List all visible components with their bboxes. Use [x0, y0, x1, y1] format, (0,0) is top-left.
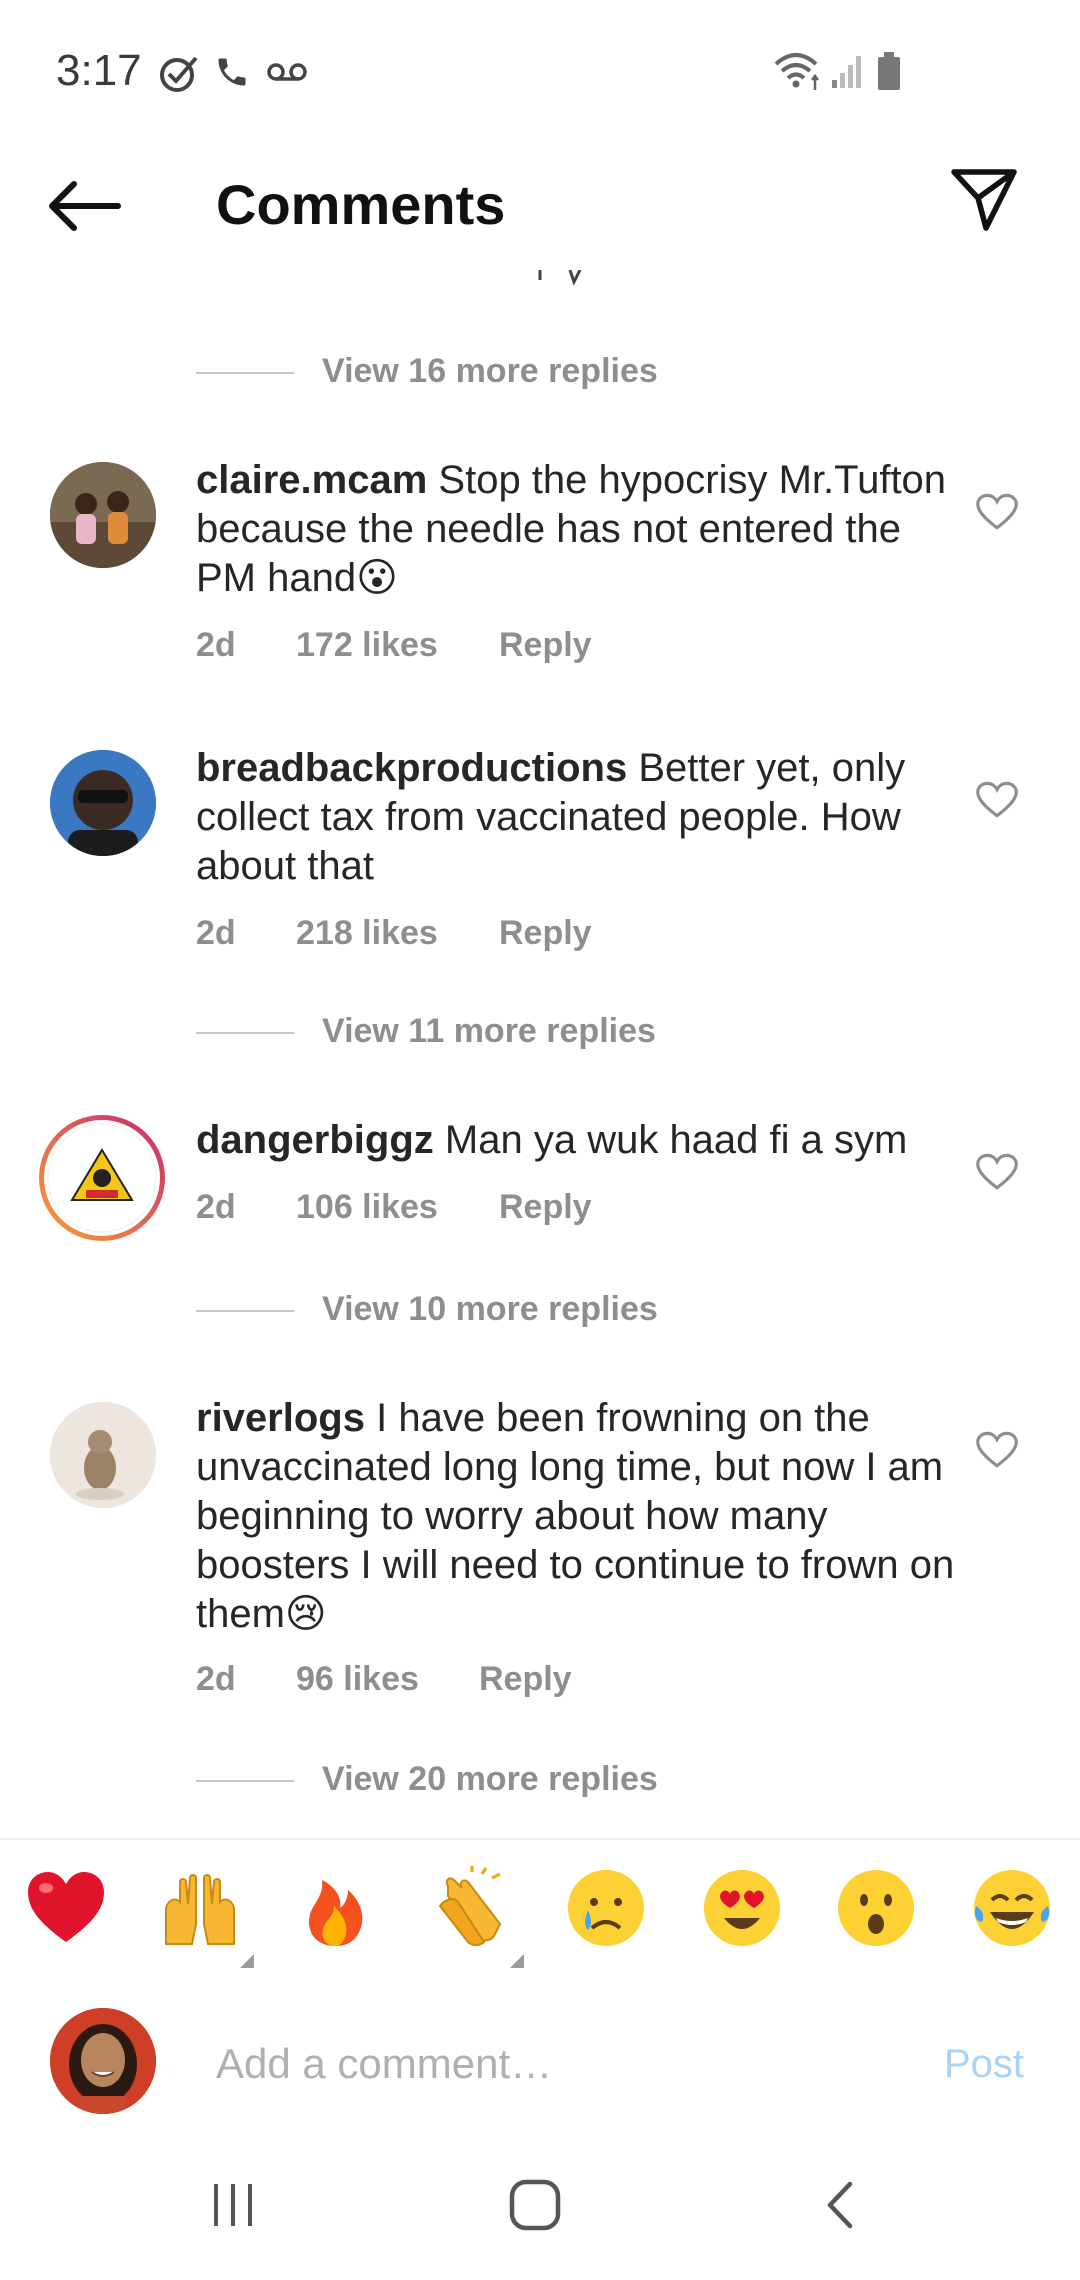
heart-eyes-emoji-icon[interactable]	[700, 1866, 784, 1950]
signal-icon	[832, 56, 861, 88]
avatar[interactable]	[36, 1112, 168, 1244]
view-more-replies[interactable]: View 16 more replies	[322, 352, 658, 391]
comment-text: riverlogs I have been frowning on the un…	[196, 1394, 956, 1639]
reply-button[interactable]: Reply	[499, 914, 592, 953]
comment-text: dangerbiggz Man ya wuk haad fi a sym	[196, 1116, 956, 1165]
comment-time: 2d	[196, 626, 236, 664]
reply-button[interactable]: Reply	[499, 626, 592, 665]
view-more-replies[interactable]: View 11 more replies	[322, 1012, 656, 1051]
status-time: 3:17	[56, 46, 142, 95]
avatar	[50, 2008, 156, 2114]
avatar[interactable]	[50, 1402, 156, 1508]
clapping-hands-emoji-icon[interactable]	[428, 1866, 512, 1950]
recent-apps-icon[interactable]	[208, 2180, 258, 2230]
wifi-icon	[774, 53, 819, 90]
comment-likes[interactable]: 96 likes	[296, 1660, 419, 1699]
reply-button[interactable]: Reply	[479, 1660, 572, 1699]
red-heart-emoji-icon[interactable]	[24, 1866, 108, 1950]
like-heart-icon[interactable]	[976, 492, 1018, 532]
avatar[interactable]	[50, 750, 156, 856]
header	[0, 140, 1080, 270]
raising-hands-emoji-icon[interactable]	[158, 1866, 242, 1950]
replies-divider	[196, 372, 294, 374]
voicemail-icon	[267, 63, 307, 81]
comment-text: claire.mcam Stop the hypocrisy Mr.Tufton…	[196, 456, 956, 603]
comment-username[interactable]: claire.mcam	[196, 458, 427, 502]
comment-username[interactable]: dangerbiggz	[196, 1118, 434, 1162]
send-icon[interactable]	[948, 164, 1020, 234]
like-heart-icon[interactable]	[976, 1430, 1018, 1470]
reply-button[interactable]: Reply	[499, 1188, 592, 1227]
comment-time: 2d	[196, 914, 236, 952]
comment-text: breadbackproductions Better yet, only co…	[196, 744, 956, 891]
comment-body: Man ya wuk haad fi a sym	[444, 1118, 908, 1162]
like-heart-icon[interactable]	[976, 780, 1018, 820]
home-icon[interactable]	[508, 2178, 562, 2232]
nav-back-icon[interactable]	[820, 2180, 860, 2230]
comment-likes[interactable]: 172 likes	[296, 626, 438, 665]
scrolled-text-remnant	[536, 270, 586, 288]
page-title: Comments	[216, 173, 506, 236]
comment-input[interactable]	[214, 2028, 918, 2100]
comment-likes[interactable]: 218 likes	[296, 914, 438, 953]
view-more-replies[interactable]: View 20 more replies	[322, 1760, 658, 1799]
replies-divider	[196, 1032, 294, 1034]
fire-emoji-icon[interactable]	[294, 1866, 378, 1950]
like-heart-icon[interactable]	[976, 1152, 1018, 1192]
phone-icon	[218, 58, 246, 86]
check-circle-icon	[160, 56, 198, 92]
status-bar: 3:17	[0, 0, 1080, 140]
back-arrow-icon[interactable]	[46, 180, 122, 232]
comment-time: 2d	[196, 1660, 236, 1698]
crying-face-emoji-icon[interactable]	[564, 1866, 648, 1950]
comment-username[interactable]: breadbackproductions	[196, 746, 627, 790]
comment-likes[interactable]: 106 likes	[296, 1188, 438, 1227]
replies-divider	[196, 1310, 294, 1312]
post-button[interactable]: Post	[944, 2042, 1024, 2087]
avatar[interactable]	[50, 462, 156, 568]
replies-divider	[196, 1780, 294, 1782]
tears-of-joy-emoji-icon[interactable]	[970, 1866, 1054, 1950]
comment-time: 2d	[196, 1188, 236, 1226]
comment-username[interactable]: riverlogs	[196, 1396, 365, 1440]
skin-tone-indicator	[510, 1954, 524, 1968]
skin-tone-indicator	[240, 1954, 254, 1968]
view-more-replies[interactable]: View 10 more replies	[322, 1290, 658, 1329]
surprised-face-emoji-icon[interactable]	[834, 1866, 918, 1950]
battery-icon	[878, 52, 900, 90]
